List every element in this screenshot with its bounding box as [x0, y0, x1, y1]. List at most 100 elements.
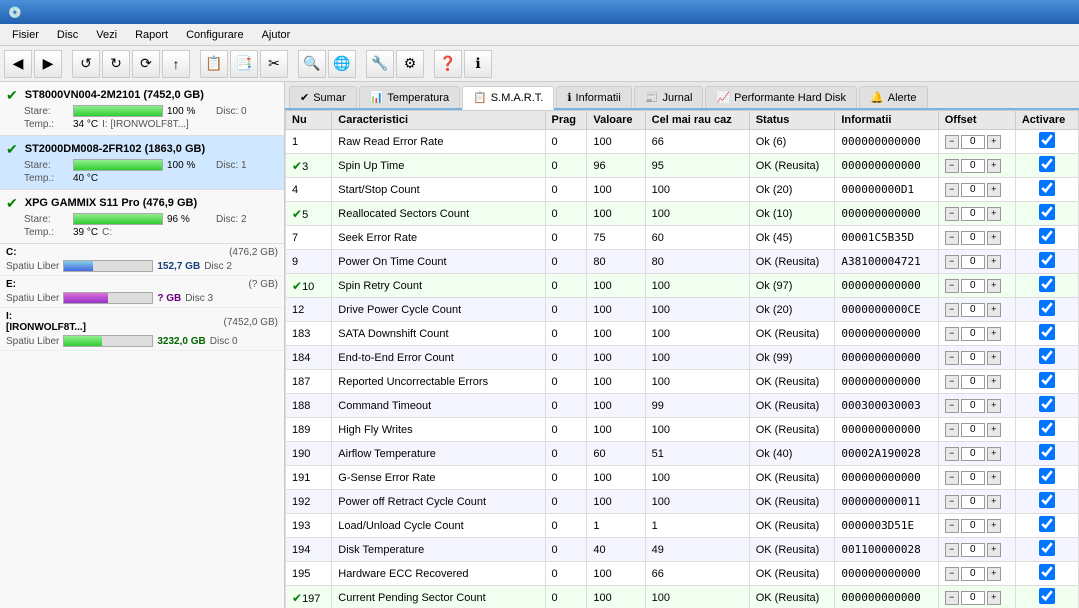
offset-minus-button[interactable]: −	[945, 447, 959, 461]
tb-rotate-right-button[interactable]: ↻	[102, 50, 130, 78]
offset-plus-button[interactable]: +	[987, 231, 1001, 245]
tab-jurnal[interactable]: 📰Jurnal	[634, 86, 704, 108]
activare-checkbox[interactable]	[1039, 588, 1055, 604]
activare-checkbox[interactable]	[1039, 420, 1055, 436]
tb-rotate-left-button[interactable]: ↺	[72, 50, 100, 78]
offset-minus-button[interactable]: −	[945, 399, 959, 413]
tb-up-button[interactable]: ↑	[162, 50, 190, 78]
tb-cut-button[interactable]: ✂	[260, 50, 288, 78]
tb-copy-button[interactable]: 📋	[200, 50, 228, 78]
menu-item-fisier[interactable]: Fisier	[4, 27, 47, 43]
offset-input[interactable]	[961, 135, 985, 149]
offset-input[interactable]	[961, 303, 985, 317]
menu-item-ajutor[interactable]: Ajutor	[254, 27, 299, 43]
tb-help-button[interactable]: ❓	[434, 50, 462, 78]
offset-plus-button[interactable]: +	[987, 423, 1001, 437]
offset-input[interactable]	[961, 399, 985, 413]
offset-input[interactable]	[961, 495, 985, 509]
offset-input[interactable]	[961, 327, 985, 341]
offset-minus-button[interactable]: −	[945, 543, 959, 557]
disk-entry-disk1[interactable]: ✔ST8000VN004-2M2101 (7452,0 GB)Stare:100…	[0, 82, 284, 136]
offset-plus-button[interactable]: +	[987, 375, 1001, 389]
activare-checkbox[interactable]	[1039, 228, 1055, 244]
offset-minus-button[interactable]: −	[945, 231, 959, 245]
activare-checkbox[interactable]	[1039, 444, 1055, 460]
offset-input[interactable]	[961, 351, 985, 365]
tb-rotate-button[interactable]: ⟳	[132, 50, 160, 78]
tab-performante[interactable]: 📈Performante Hard Disk	[705, 86, 857, 108]
offset-input[interactable]	[961, 231, 985, 245]
offset-input[interactable]	[961, 423, 985, 437]
offset-minus-button[interactable]: −	[945, 135, 959, 149]
offset-input[interactable]	[961, 519, 985, 533]
tb-back-button[interactable]: ◀	[4, 50, 32, 78]
offset-minus-button[interactable]: −	[945, 207, 959, 221]
offset-minus-button[interactable]: −	[945, 351, 959, 365]
activare-checkbox[interactable]	[1039, 276, 1055, 292]
activare-checkbox[interactable]	[1039, 180, 1055, 196]
offset-input[interactable]	[961, 543, 985, 557]
offset-minus-button[interactable]: −	[945, 303, 959, 317]
offset-minus-button[interactable]: −	[945, 471, 959, 485]
offset-minus-button[interactable]: −	[945, 279, 959, 293]
offset-minus-button[interactable]: −	[945, 423, 959, 437]
offset-input[interactable]	[961, 471, 985, 485]
offset-input[interactable]	[961, 159, 985, 173]
activare-checkbox[interactable]	[1039, 396, 1055, 412]
tb-search-button[interactable]: 🔍	[298, 50, 326, 78]
activare-checkbox[interactable]	[1039, 324, 1055, 340]
offset-input[interactable]	[961, 279, 985, 293]
offset-minus-button[interactable]: −	[945, 255, 959, 269]
offset-plus-button[interactable]: +	[987, 519, 1001, 533]
tb-earth-button[interactable]: 🌐	[328, 50, 356, 78]
menu-item-disc[interactable]: Disc	[49, 27, 86, 43]
offset-plus-button[interactable]: +	[987, 135, 1001, 149]
offset-minus-button[interactable]: −	[945, 495, 959, 509]
offset-plus-button[interactable]: +	[987, 255, 1001, 269]
offset-plus-button[interactable]: +	[987, 567, 1001, 581]
tb-settings-button[interactable]: ⚙	[396, 50, 424, 78]
tab-alerte[interactable]: 🔔Alerte	[859, 86, 927, 108]
disk-entry-disk3[interactable]: ✔XPG GAMMIX S11 Pro (476,9 GB)Stare:96 %…	[0, 190, 284, 244]
tb-info-button[interactable]: ℹ	[464, 50, 492, 78]
activare-checkbox[interactable]	[1039, 492, 1055, 508]
activare-checkbox[interactable]	[1039, 204, 1055, 220]
activare-checkbox[interactable]	[1039, 468, 1055, 484]
tab-sumar[interactable]: ✔Sumar	[289, 86, 357, 108]
offset-input[interactable]	[961, 375, 985, 389]
tb-forward-button[interactable]: ▶	[34, 50, 62, 78]
activare-checkbox[interactable]	[1039, 348, 1055, 364]
menu-item-vezi[interactable]: Vezi	[88, 27, 125, 43]
activare-checkbox[interactable]	[1039, 516, 1055, 532]
offset-plus-button[interactable]: +	[987, 471, 1001, 485]
offset-plus-button[interactable]: +	[987, 351, 1001, 365]
disk-entry-disk2[interactable]: ✔ST2000DM008-2FR102 (1863,0 GB)Stare:100…	[0, 136, 284, 190]
menu-item-raport[interactable]: Raport	[127, 27, 176, 43]
offset-input[interactable]	[961, 567, 985, 581]
offset-plus-button[interactable]: +	[987, 303, 1001, 317]
activare-checkbox[interactable]	[1039, 372, 1055, 388]
offset-plus-button[interactable]: +	[987, 159, 1001, 173]
offset-plus-button[interactable]: +	[987, 543, 1001, 557]
activare-checkbox[interactable]	[1039, 156, 1055, 172]
tab-temperatura[interactable]: 📊Temperatura	[359, 86, 460, 108]
activare-checkbox[interactable]	[1039, 132, 1055, 148]
offset-plus-button[interactable]: +	[987, 495, 1001, 509]
offset-plus-button[interactable]: +	[987, 591, 1001, 605]
tb-wrench-button[interactable]: 🔧	[366, 50, 394, 78]
offset-minus-button[interactable]: −	[945, 183, 959, 197]
tab-informatii[interactable]: ℹInformatii	[556, 86, 631, 108]
offset-minus-button[interactable]: −	[945, 159, 959, 173]
offset-plus-button[interactable]: +	[987, 447, 1001, 461]
offset-input[interactable]	[961, 447, 985, 461]
offset-plus-button[interactable]: +	[987, 183, 1001, 197]
offset-plus-button[interactable]: +	[987, 279, 1001, 293]
offset-input[interactable]	[961, 207, 985, 221]
offset-input[interactable]	[961, 255, 985, 269]
activare-checkbox[interactable]	[1039, 252, 1055, 268]
smart-table[interactable]: NuCaracteristiciPragValoareCel mai rau c…	[285, 110, 1079, 608]
offset-minus-button[interactable]: −	[945, 327, 959, 341]
activare-checkbox[interactable]	[1039, 300, 1055, 316]
tb-paste-button[interactable]: 📑	[230, 50, 258, 78]
offset-input[interactable]	[961, 183, 985, 197]
